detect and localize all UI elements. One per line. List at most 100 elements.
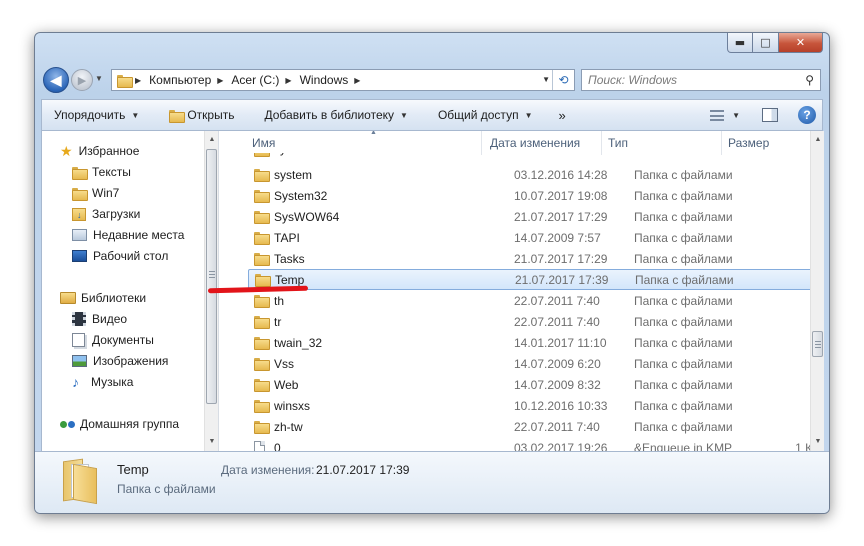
chevron-right-icon[interactable]: ▶ — [217, 76, 223, 85]
scroll-thumb[interactable] — [812, 331, 823, 357]
preview-pane-icon[interactable] — [762, 108, 778, 122]
address-bar[interactable]: ▶ Компьютер ▶ Acer (C:) ▶ Windows ▶ ▼ ⟲ — [111, 69, 575, 91]
sidebar-item-win7[interactable]: Win7 — [72, 183, 119, 203]
more-commands-button[interactable]: » — [542, 100, 575, 130]
recent-places-icon — [72, 229, 87, 241]
sidebar-item-desktop[interactable]: Рабочий стол — [72, 246, 168, 266]
table-row-selected[interactable]: Temp 21.07.2017 17:39 Папка с файлами — [248, 269, 810, 290]
scroll-grip — [815, 341, 821, 342]
address-dropdown-icon[interactable]: ▼ — [542, 75, 550, 84]
file-name: system — [254, 168, 312, 182]
maximize-button[interactable]: □ — [753, 33, 779, 53]
share-button[interactable]: Общий доступ ▼ — [418, 100, 543, 130]
open-folder-icon — [169, 109, 186, 123]
search-input[interactable] — [588, 73, 788, 87]
table-row-partial[interactable]: sys — [220, 153, 810, 163]
file-name-text: system — [274, 167, 313, 182]
chevron-right-icon[interactable]: ▶ — [285, 76, 291, 85]
sidebar-item-documents[interactable]: Документы — [72, 330, 154, 350]
file-date: 03.12.2016 14:28 — [514, 167, 608, 182]
forward-button[interactable]: ▶ — [71, 69, 93, 91]
details-pane: Temp Папка с файлами Дата изменения: 21.… — [35, 451, 829, 513]
add-to-library-button[interactable]: Добавить в библиотеку ▼ — [244, 100, 417, 130]
sidebar-item-pictures[interactable]: Изображения — [72, 351, 168, 371]
table-row[interactable]: tr 22.07.2011 7:40 Папка с файлами — [220, 311, 810, 332]
column-header-size[interactable]: Размер — [722, 131, 810, 155]
chevron-right-icon[interactable]: ▶ — [135, 76, 141, 85]
sidebar-item-music[interactable]: ♪ Музыка — [72, 372, 133, 392]
table-row[interactable]: TAPI 14.07.2009 7:57 Папка с файлами — [220, 227, 810, 248]
table-row[interactable]: twain_32 14.01.2017 11:10 Папка с файлами — [220, 332, 810, 353]
back-button[interactable]: ◀ — [43, 67, 69, 93]
sidebar-item-label: Видео — [92, 312, 128, 326]
libraries-section[interactable]: Библиотеки — [60, 288, 146, 308]
scroll-down-arrow[interactable]: ▼ — [811, 435, 825, 449]
column-headers: ▲ Имя Дата изменения Тип Размер — [220, 131, 810, 155]
chevron-right-icon[interactable]: ▶ — [354, 76, 360, 85]
file-name: TAPI — [254, 231, 300, 245]
table-row[interactable]: System32 10.07.2017 19:08 Папка с файлами — [220, 185, 810, 206]
folder-icon — [254, 232, 270, 245]
favorites-section[interactable]: ★ Избранное — [60, 141, 139, 161]
scroll-grip — [209, 274, 215, 275]
partial-row-name: sys — [254, 153, 292, 157]
minimize-button[interactable]: ▬ — [727, 33, 753, 53]
file-list: ▲ Имя Дата изменения Тип Размер sys syst… — [220, 131, 810, 451]
scroll-thumb[interactable] — [206, 149, 217, 404]
file-date: 21.07.2017 17:29 — [514, 251, 608, 266]
file-size: 1 КБ — [795, 440, 810, 452]
file-name-text: twain_32 — [274, 335, 323, 350]
table-row[interactable]: 0 03.02.2017 19:26&Enqueue in KMP 1 КБ — [220, 437, 810, 451]
view-options-icon[interactable]: ▼ — [710, 109, 740, 121]
column-header-name[interactable]: ▲ Имя — [220, 131, 482, 155]
details-item-name: Temp — [117, 462, 149, 477]
table-row[interactable]: system 03.12.2016 14:28 Папка с файлами — [220, 164, 810, 185]
sidebar-item-recent-places[interactable]: Недавние места — [72, 225, 184, 245]
downloads-icon: ↓ — [72, 207, 86, 221]
chevron-down-icon: ▼ — [131, 110, 140, 120]
sidebar-item-video[interactable]: Видео — [72, 309, 127, 329]
organize-button[interactable]: Упорядочить ▼ — [42, 100, 149, 130]
scroll-up-arrow[interactable]: ▲ — [205, 133, 219, 147]
file-type: Папка с файлами — [634, 335, 733, 350]
folder-icon — [254, 153, 270, 157]
table-row[interactable]: Vss 14.07.2009 6:20 Папка с файлами — [220, 353, 810, 374]
table-row[interactable]: SysWOW64 21.07.2017 17:29 Папка с файлами — [220, 206, 810, 227]
breadcrumb-windows[interactable]: Windows — [300, 73, 349, 87]
file-name: winsxs — [254, 399, 310, 413]
breadcrumb-computer[interactable]: Компьютер — [149, 73, 211, 87]
pictures-icon — [72, 355, 87, 367]
open-button[interactable]: Открыть — [149, 100, 244, 130]
recent-pages-dropdown[interactable]: ▼ — [95, 74, 103, 83]
table-row[interactable]: th 22.07.2011 7:40 Папка с файлами — [220, 290, 810, 311]
column-header-type[interactable]: Тип — [602, 131, 722, 155]
table-row[interactable]: winsxs 10.12.2016 10:33 Папка с файлами — [220, 395, 810, 416]
scroll-grip — [209, 271, 215, 272]
table-row[interactable]: Web 14.07.2009 8:32 Папка с файлами — [220, 374, 810, 395]
file-name: tr — [254, 315, 281, 329]
file-name-text: winsxs — [274, 398, 311, 413]
table-row[interactable]: Tasks 21.07.2017 17:29 Папка с файлами — [220, 248, 810, 269]
refresh-icon[interactable]: ⟲ — [552, 70, 574, 90]
homegroup-icon — [60, 420, 75, 428]
table-row[interactable]: zh-tw 22.07.2011 7:40 Папка с файлами — [220, 416, 810, 437]
folder-icon — [254, 358, 270, 371]
magnifier-icon[interactable]: ⚲ — [805, 73, 814, 87]
folder-icon — [72, 166, 88, 180]
breadcrumb-drive[interactable]: Acer (C:) — [231, 73, 279, 87]
file-type: Папка с файлами — [634, 419, 733, 434]
scroll-up-arrow[interactable]: ▲ — [811, 133, 825, 147]
help-icon[interactable]: ? — [798, 106, 816, 124]
file-type: Папка с файлами — [634, 188, 733, 203]
folder-icon — [254, 421, 270, 434]
sidebar-item-downloads[interactable]: ↓ Загрузки — [72, 204, 140, 224]
column-header-date[interactable]: Дата изменения — [482, 131, 602, 155]
close-button[interactable]: ✕ — [779, 33, 823, 53]
sidebar-item-homegroup[interactable]: Домашняя группа — [60, 414, 179, 434]
scroll-down-arrow[interactable]: ▼ — [205, 435, 219, 449]
sidebar-item-texts[interactable]: Тексты — [72, 162, 131, 182]
search-box[interactable]: ⚲ — [581, 69, 821, 91]
file-type: &Enqueue in KMP — [634, 440, 733, 452]
file-list-scrollbar[interactable]: ▲ ▼ — [810, 131, 824, 451]
file-name: twain_32 — [254, 336, 322, 350]
